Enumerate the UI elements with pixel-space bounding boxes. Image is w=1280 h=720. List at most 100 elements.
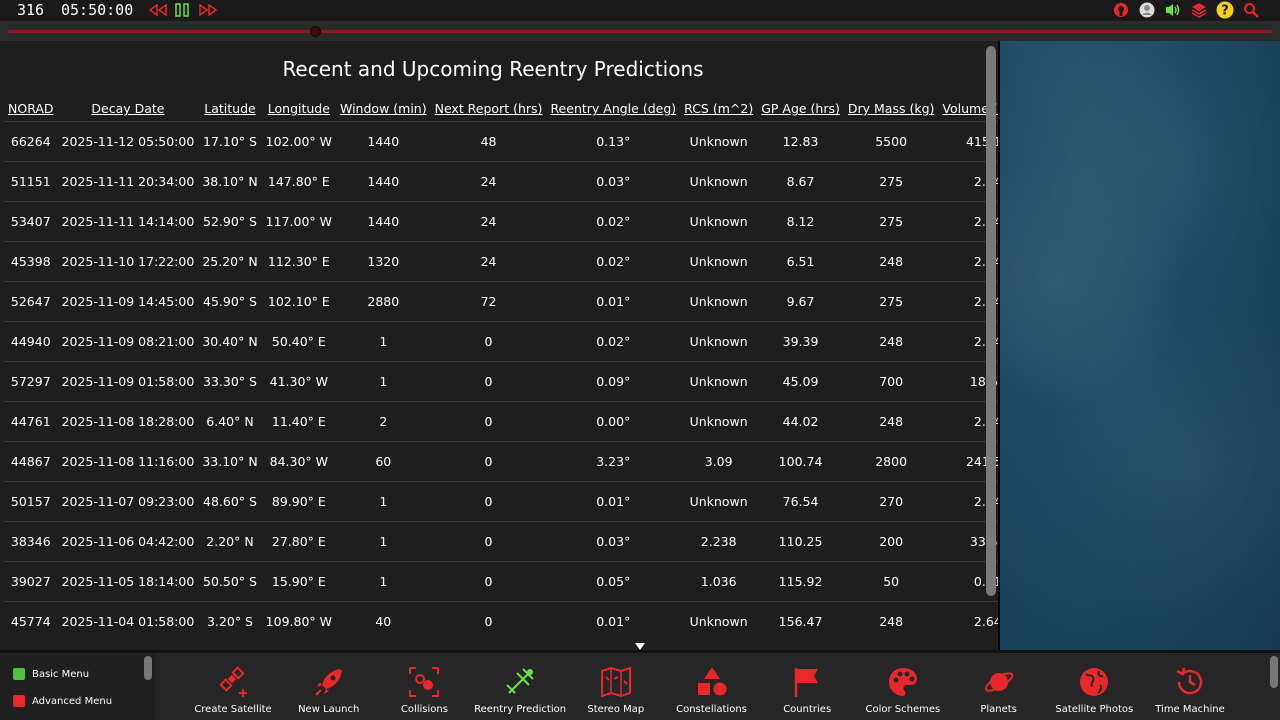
menu-scrollbar[interactable]	[144, 656, 152, 680]
table-cell: 0.01°	[546, 600, 681, 641]
table-cell: 39.39	[757, 320, 844, 361]
table-cell: 6.40° N	[198, 400, 262, 441]
table-cell: 1440	[336, 200, 431, 241]
column-header[interactable]: Reentry Angle (deg)	[546, 97, 680, 121]
table-cell: 12.83	[757, 120, 844, 161]
table-cell: 0.01°	[546, 280, 681, 321]
table-row[interactable]: 39027 2025-11-05 18:14:00 50.50° S 15.90° E…	[4, 560, 998, 601]
table-row[interactable]: 44761 2025-11-08 18:28:00 6.40° N 11.40° E2…	[4, 400, 998, 441]
table-cell: 2025-11-08 11:16:00	[57, 440, 199, 481]
table-cell: 41.30° W	[261, 360, 336, 401]
timeline-handle[interactable]	[310, 26, 321, 37]
table-cell: 0	[430, 320, 547, 361]
table-cell: 275	[843, 160, 939, 201]
table-row[interactable]: 45398 2025-11-10 17:22:00 25.20° N 112.30° …	[4, 240, 998, 281]
table-cell: 38.10° N	[198, 160, 262, 201]
table-row[interactable]: 66264 2025-11-12 05:50:00 17.10° S 102.00° …	[4, 120, 998, 161]
tool-label: Stereo Map	[587, 704, 645, 715]
table-cell: 2.238	[680, 520, 758, 561]
tool-satellite-photos[interactable]: Satellite Photos	[1046, 665, 1142, 715]
table-cell: 2025-11-12 05:50:00	[57, 120, 199, 161]
basic-menu-option[interactable]: Basic Menu	[12, 667, 89, 681]
table-row[interactable]: 50157 2025-11-07 09:23:00 48.60° S 89.90° E…	[4, 480, 998, 521]
tool-color-schemes[interactable]: Color Schemes	[855, 665, 951, 715]
scroll-down-icon[interactable]	[634, 636, 646, 650]
table-row[interactable]: 38346 2025-11-06 04:42:00 2.20° N 27.80° E1…	[4, 520, 998, 561]
tool-collisions[interactable]: Collisions	[376, 665, 472, 715]
table-cell: 115.92	[757, 560, 844, 601]
table-row[interactable]: 44940 2025-11-09 08:21:00 30.40° N 50.40° E…	[4, 320, 998, 361]
table-cell: 2025-11-09 01:58:00	[57, 360, 199, 401]
table-header-row: NORAD Decay Date Latitude Longitude Window (…	[4, 97, 998, 121]
tool-create-satellite[interactable]: Create Satellite	[185, 665, 281, 715]
column-header[interactable]: NORAD	[4, 97, 58, 121]
volume-icon[interactable]	[1164, 1, 1182, 19]
table-cell: 156.47	[757, 600, 844, 641]
table-cell: 8.12	[757, 200, 844, 241]
table-row[interactable]: 53407 2025-11-11 14:14:00 52.90° S 117.00° …	[4, 200, 998, 241]
table-cell: 45.90° S	[198, 280, 262, 321]
advanced-menu-label: Advanced Menu	[32, 695, 113, 707]
table-row[interactable]: 51151 2025-11-11 20:34:00 38.10° N 147.80° …	[4, 160, 998, 201]
fast-forward-icon[interactable]	[198, 2, 218, 18]
column-header[interactable]: GP Age (hrs)	[757, 97, 844, 121]
timeline-track[interactable]	[8, 30, 1272, 33]
column-header[interactable]: Longitude	[262, 97, 336, 121]
table-cell: 9.67	[757, 280, 844, 321]
search-icon[interactable]	[1242, 1, 1260, 19]
table-cell: 51151	[4, 160, 58, 201]
tool-new-launch[interactable]: New Launch	[281, 665, 377, 715]
rewind-icon[interactable]	[148, 2, 168, 18]
palette-icon	[886, 665, 920, 699]
table-row[interactable]: 52647 2025-11-09 14:45:00 45.90° S 102.10° …	[4, 280, 998, 321]
table-cell: 700	[843, 360, 939, 401]
table-cell: 3.20° S	[198, 600, 262, 641]
table-cell: 0	[430, 480, 547, 521]
top-bar: 316 05:50:00 ?	[0, 0, 1280, 21]
toolbar-scrollbar[interactable]	[1270, 656, 1278, 688]
table-cell: 110.25	[757, 520, 844, 561]
table-cell: 52647	[4, 280, 58, 321]
user-avatar-icon[interactable]	[1138, 1, 1156, 19]
table-cell: 24	[430, 240, 547, 281]
bottom-toolbar: Basic Menu Advanced Menu Create Satellit…	[0, 650, 1280, 720]
tool-reentry-prediction[interactable]: Reentry Prediction	[472, 665, 568, 715]
rocket-icon	[312, 665, 346, 699]
timeline-slider[interactable]	[0, 21, 1280, 41]
help-icon[interactable]: ?	[1216, 1, 1234, 19]
column-header[interactable]: Window (min)	[336, 97, 431, 121]
table-cell: 48	[430, 120, 547, 161]
reentry-table: NORAD Decay Date Latitude Longitude Window (…	[4, 97, 998, 641]
column-header[interactable]: Latitude	[198, 97, 261, 121]
table-cell: 0.09°	[546, 360, 681, 401]
tool-label: Color Schemes	[865, 704, 941, 715]
layers-icon[interactable]	[1190, 1, 1208, 19]
tool-constellations[interactable]: Constellations	[664, 665, 760, 715]
column-header[interactable]: RCS (m^2)	[680, 97, 757, 121]
simulation-clock[interactable]: 05:50:00	[61, 1, 133, 19]
column-header[interactable]: Dry Mass (kg)	[844, 97, 939, 121]
table-cell: 248	[843, 320, 939, 361]
column-header[interactable]: Decay Date	[58, 97, 199, 121]
table-cell: Unknown	[680, 120, 758, 161]
table-cell: 45398	[4, 240, 58, 281]
table-cell: 24	[430, 160, 547, 201]
pause-icon[interactable]	[174, 2, 190, 18]
table-cell: 89.90° E	[261, 480, 336, 521]
github-icon[interactable]	[1112, 1, 1130, 19]
panel-scrollbar[interactable]	[986, 46, 996, 596]
tool-time-machine[interactable]: Time Machine	[1142, 665, 1238, 715]
table-cell: 66264	[4, 120, 58, 161]
column-header[interactable]: Next Report (hrs)	[431, 97, 547, 121]
table-cell: Unknown	[680, 320, 758, 361]
table-row[interactable]: 45774 2025-11-04 01:58:00 3.20° S 109.80° W…	[4, 600, 998, 641]
advanced-menu-option[interactable]: Advanced Menu	[12, 694, 112, 708]
table-row[interactable]: 44867 2025-11-08 11:16:00 33.10° N 84.30° W…	[4, 440, 998, 481]
table-cell: 33.10° N	[198, 440, 262, 481]
tool-countries[interactable]: Countries	[759, 665, 855, 715]
earth-view[interactable]	[1000, 41, 1280, 650]
tool-stereo-map[interactable]: Stereo Map	[568, 665, 664, 715]
table-row[interactable]: 57297 2025-11-09 01:58:00 33.30° S 41.30° W…	[4, 360, 998, 401]
table-cell: 2025-11-11 14:14:00	[57, 200, 199, 241]
tool-planets[interactable]: Planets	[951, 665, 1047, 715]
